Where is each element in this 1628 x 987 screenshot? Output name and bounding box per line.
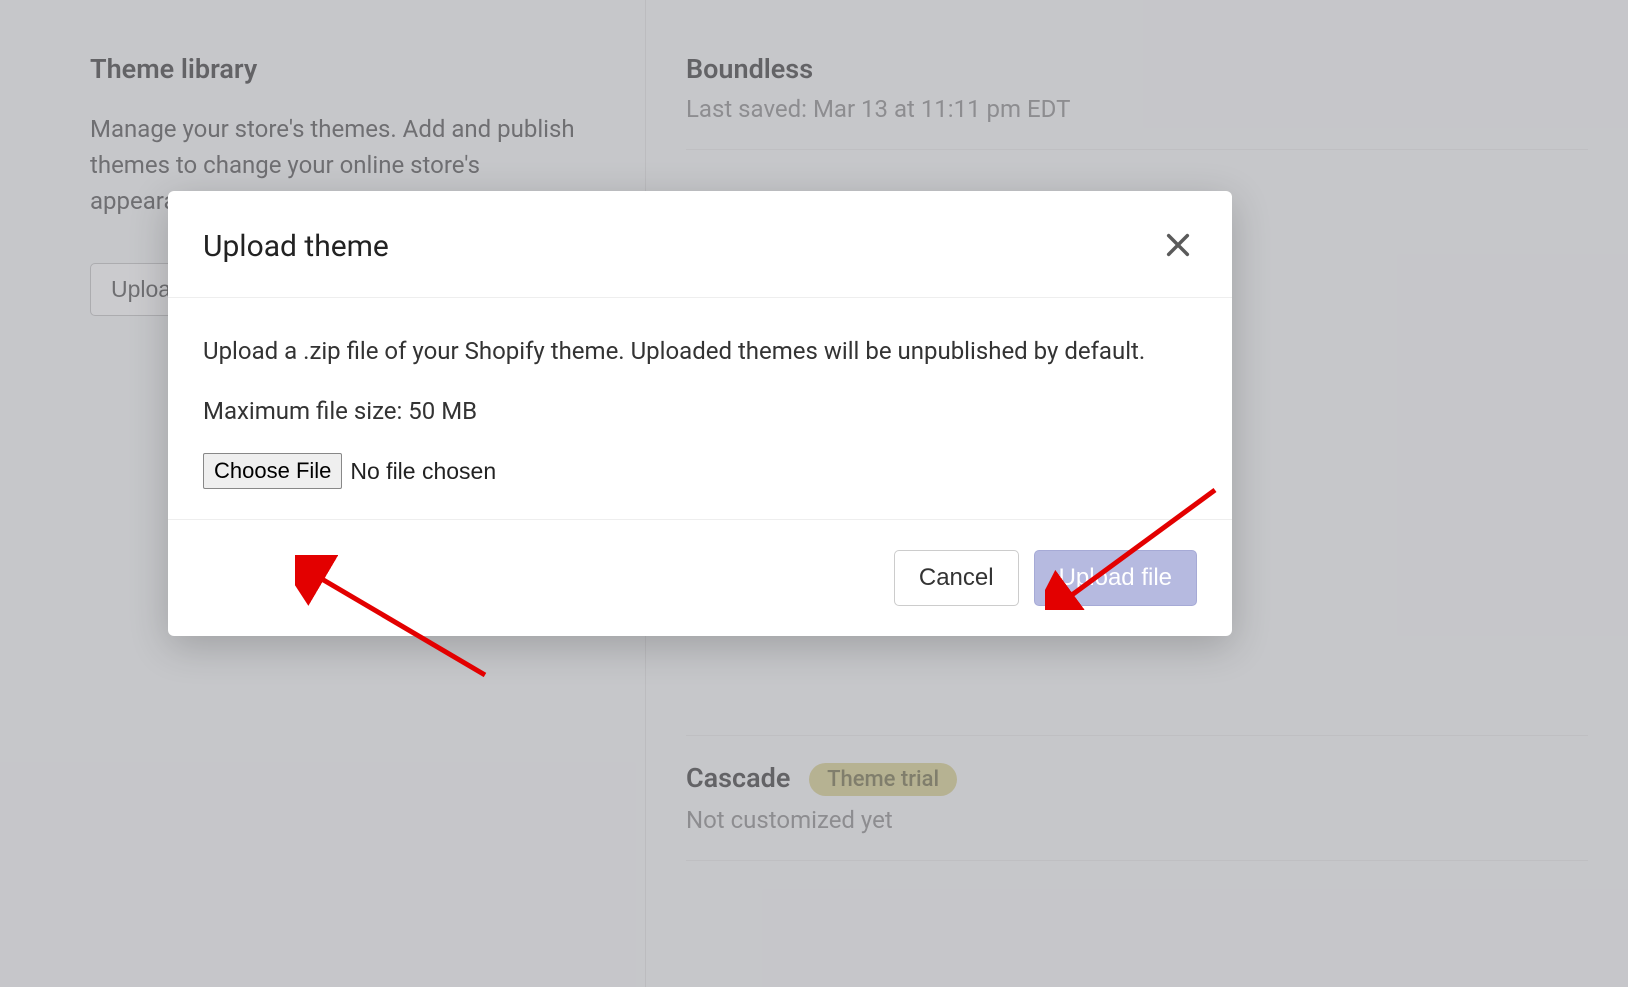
upload-theme-modal: Upload theme Upload a .zip file of your … (168, 191, 1232, 636)
cancel-button[interactable]: Cancel (894, 550, 1019, 606)
file-input-row: Choose File No file chosen (203, 453, 1197, 489)
modal-header: Upload theme (168, 191, 1232, 298)
modal-footer: Cancel Upload file (168, 520, 1232, 636)
modal-title: Upload theme (203, 229, 389, 264)
close-icon (1164, 231, 1192, 259)
file-chosen-status: No file chosen (350, 458, 496, 485)
upload-instructions: Upload a .zip file of your Shopify theme… (203, 333, 1197, 369)
close-button[interactable] (1159, 226, 1197, 267)
max-file-size-text: Maximum file size: 50 MB (203, 393, 1197, 429)
modal-body: Upload a .zip file of your Shopify theme… (168, 298, 1232, 520)
upload-file-button[interactable]: Upload file (1034, 550, 1197, 606)
choose-file-button[interactable]: Choose File (203, 453, 342, 489)
